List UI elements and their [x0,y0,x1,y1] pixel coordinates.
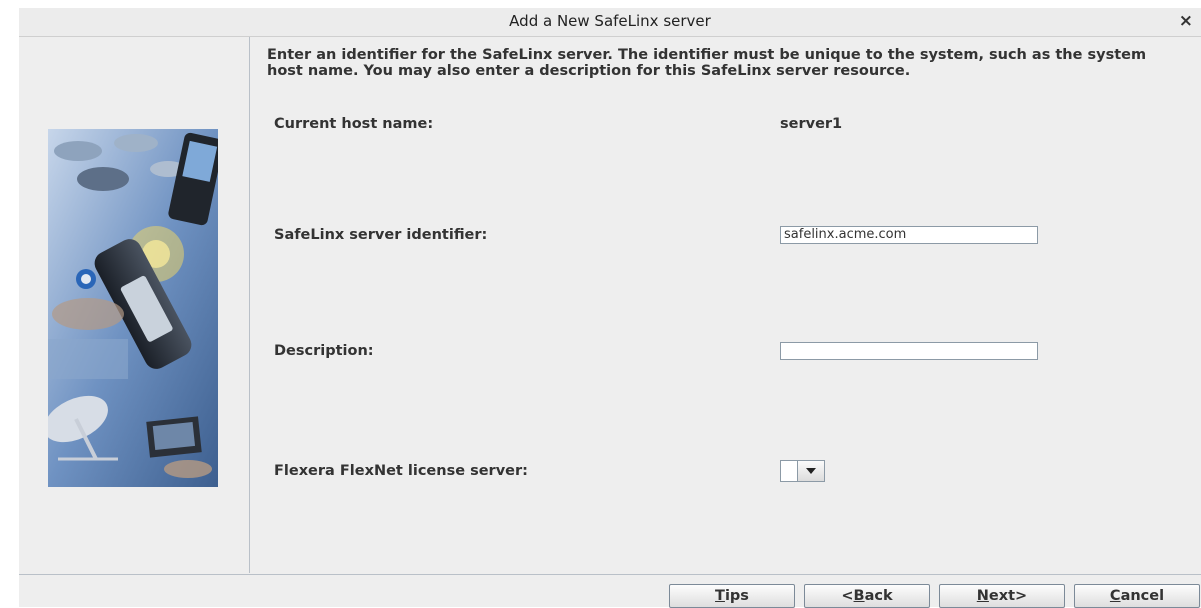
host-name-value: server1 [780,116,843,132]
banner-image [48,129,218,487]
cancel-button[interactable]: Cancel [1074,584,1200,608]
title-bar: Add a New SafeLinx server × [19,8,1201,37]
back-button[interactable]: <Back [804,584,930,608]
left-banner-pane [19,37,250,573]
close-icon[interactable]: × [1179,11,1193,31]
tips-mnemonic: T [715,588,725,604]
tips-label: ips [724,588,749,604]
back-mnemonic: B [853,588,865,604]
next-mnemonic: N [976,588,989,604]
tips-button[interactable]: Tips [669,584,795,608]
back-label: ack [864,588,893,604]
cancel-mnemonic: C [1109,588,1121,604]
license-server-dropdown[interactable] [780,460,828,482]
license-server-value[interactable] [780,460,798,482]
back-prefix: < [841,588,854,604]
next-label: ext> [988,588,1028,604]
window-title: Add a New SafeLinx server [509,12,711,30]
description-label: Description: [274,343,374,359]
cancel-label: ancel [1120,588,1165,604]
identifier-label: SafeLinx server identifier: [274,227,488,243]
button-bar: Tips <Back Next> Cancel [19,574,1201,608]
content-pane: Enter an identifier for the SafeLinx ser… [250,37,1201,573]
dialog-window: Add a New SafeLinx server × Enter an ide… [19,8,1201,608]
next-button[interactable]: Next> [939,584,1065,608]
instructions-text: Enter an identifier for the SafeLinx ser… [267,47,1147,79]
description-field[interactable] [780,342,1038,360]
host-name-label: Current host name: [274,116,434,132]
license-server-label: Flexera FlexNet license server: [274,463,528,479]
chevron-down-icon[interactable] [798,460,825,482]
identifier-field[interactable]: safelinx.acme.com [780,226,1038,244]
